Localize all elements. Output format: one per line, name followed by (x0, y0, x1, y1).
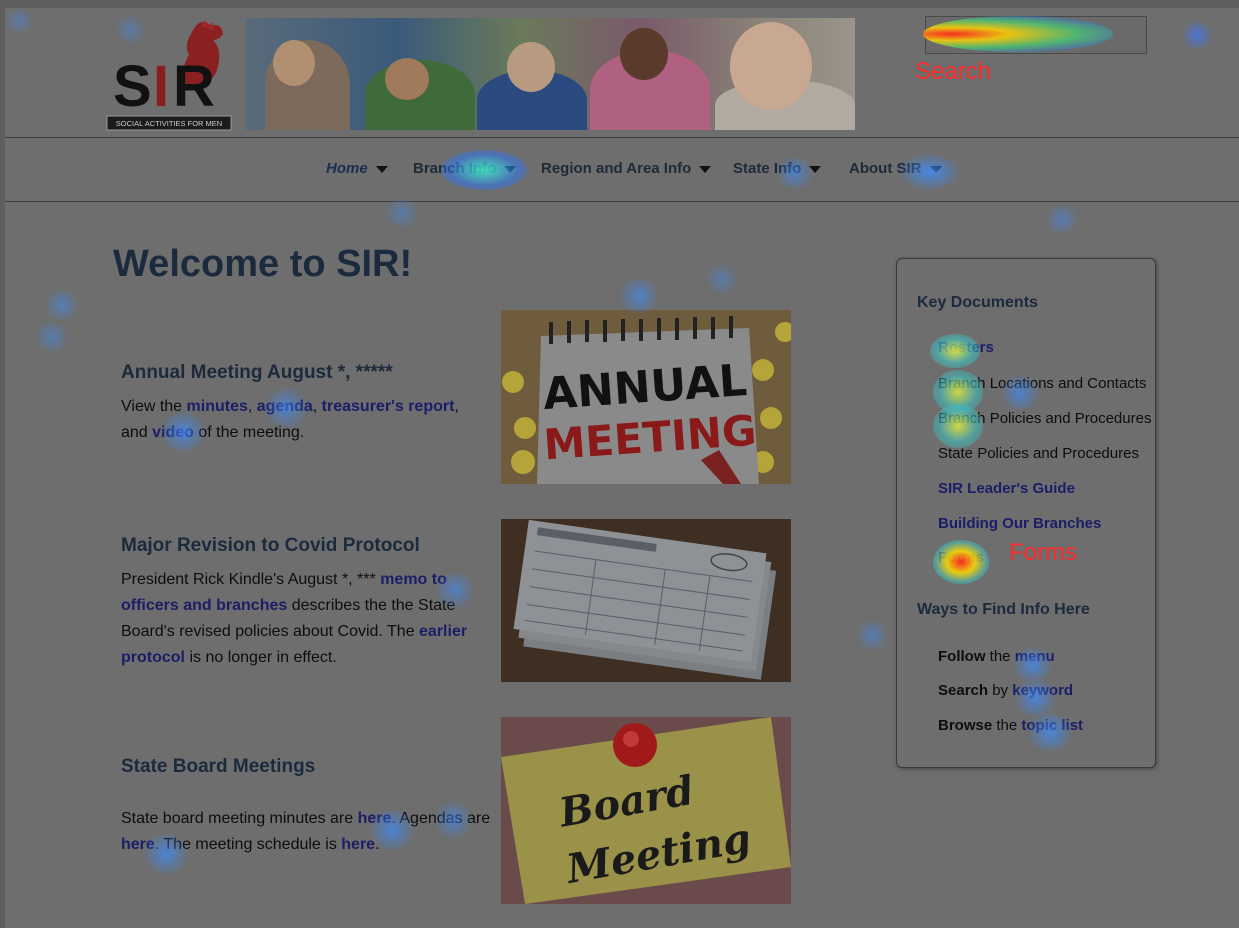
nav-region-and-area-info[interactable]: Region and Area Info (541, 160, 712, 177)
story-text: State board meeting minutes are here. Ag… (121, 810, 491, 853)
heatmap-blob (385, 198, 419, 228)
heatmap-blob (855, 620, 889, 650)
heatmap-blob (5, 8, 33, 34)
search-input[interactable] (925, 16, 1147, 54)
chevron-down-icon (504, 165, 517, 173)
way-search-keyword: Search by keyword (938, 682, 1074, 699)
sidebar-item-rosters[interactable]: Rosters (938, 339, 994, 356)
sidebar-item-branch-locations[interactable]: Branch Locations and Contacts (938, 375, 1146, 392)
logo-letters: S (113, 54, 150, 119)
board-meeting-image[interactable]: Board Meeting (501, 717, 791, 904)
video-link[interactable]: video (152, 424, 194, 441)
nav-branch-info[interactable]: Branch Info (413, 160, 517, 177)
treasurers-report-link[interactable]: treasurer's report (322, 398, 455, 415)
topic-list-link[interactable]: topic list (1021, 717, 1083, 734)
ways-to-find-info-heading: Ways to Find Info Here (917, 601, 1090, 618)
svg-text:I: I (153, 54, 169, 119)
keyword-link[interactable]: keyword (1012, 682, 1073, 699)
heatmap-blob (1045, 204, 1079, 234)
sidebar-item-building-branches[interactable]: Building Our Branches (938, 515, 1101, 532)
heatmap-blob (45, 290, 79, 320)
annual-meeting-image[interactable]: ANNUAL MEETING (501, 310, 791, 484)
heatmap-blob (619, 278, 659, 314)
minutes-here-link[interactable]: here (358, 810, 392, 827)
nav-state-info[interactable]: State Info (733, 160, 822, 177)
main-navigation: Home Branch Info Region and Area Info St… (5, 137, 1239, 202)
nav-home[interactable]: Home (326, 160, 388, 177)
sidebar-item-branch-policies[interactable]: Branch Policies and Procedures (938, 410, 1151, 427)
chevron-down-icon (375, 165, 388, 173)
way-follow-menu: Follow the menu (938, 648, 1055, 665)
minutes-link[interactable]: minutes (187, 398, 248, 415)
header-banner-photo (245, 18, 855, 130)
agenda-link[interactable]: agenda (257, 398, 313, 415)
story-text: President Rick Kindle's August *, *** me… (121, 571, 468, 666)
page-frame: S I R SOCIAL ACTIVITIES FOR MEN Search H… (5, 8, 1239, 928)
forms-annotation: Forms (1009, 539, 1077, 566)
heatmap-blob (35, 322, 69, 352)
sidebar-item-leaders-guide[interactable]: SIR Leader's Guide (938, 480, 1075, 497)
sidebar-item-forms[interactable]: Forms (938, 549, 984, 566)
story-heading: State Board Meetings (121, 756, 316, 777)
vaccination-card-image[interactable] (501, 519, 791, 682)
way-browse-topic-list: Browse the topic list (938, 717, 1084, 734)
heatmap-blob (705, 264, 739, 294)
chevron-down-icon (699, 165, 712, 173)
page-title: Welcome to SIR! (113, 243, 413, 285)
story-heading: Annual Meeting August *, ***** (121, 362, 393, 383)
sidebar-panel: Key Documents Rosters Branch Locations a… (896, 258, 1156, 768)
logo-tagline: SOCIAL ACTIVITIES FOR MEN (116, 119, 222, 128)
chevron-down-icon (929, 165, 942, 173)
nav-about-sir[interactable]: About SIR (849, 160, 942, 177)
sidebar-item-state-policies[interactable]: State Policies and Procedures (938, 445, 1139, 462)
svg-text:R: R (173, 54, 215, 119)
key-documents-heading: Key Documents (917, 294, 1038, 311)
story-heading: Major Revision to Covid Protocol (121, 535, 420, 556)
agendas-here-link[interactable]: here (121, 836, 155, 853)
story-text: View the minutes, agenda, treasurer's re… (121, 398, 459, 441)
sir-logo[interactable]: S I R SOCIAL ACTIVITIES FOR MEN (105, 18, 235, 133)
menu-link[interactable]: menu (1015, 648, 1055, 665)
chevron-down-icon (809, 165, 822, 173)
search-annotation: Search (915, 58, 992, 85)
heatmap-blob (1180, 20, 1214, 50)
schedule-here-link[interactable]: here (341, 836, 375, 853)
